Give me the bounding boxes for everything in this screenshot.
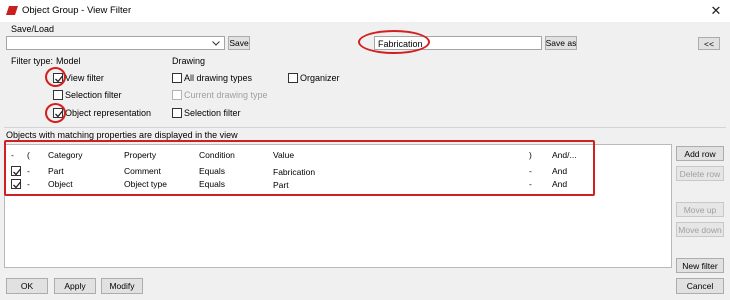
save-as-button[interactable]: Save as [545, 36, 577, 50]
chevron-down-icon [210, 37, 222, 49]
new-filter-button[interactable]: New filter [676, 258, 724, 273]
annotation-rectangle [4, 140, 595, 196]
delete-row-button[interactable]: Delete row [676, 166, 724, 181]
object-representation-label: Object representation [65, 108, 152, 118]
app-icon [6, 6, 18, 15]
objects-note: Objects with matching properties are dis… [6, 130, 238, 140]
ok-button[interactable]: OK [6, 278, 48, 294]
selection-filter-label: Selection filter [65, 90, 122, 100]
save-load-label: Save/Load [11, 24, 55, 34]
add-row-button[interactable]: Add row [676, 146, 724, 161]
apply-button[interactable]: Apply [54, 278, 96, 294]
organizer-label: Organizer [300, 73, 340, 83]
current-drawing-type-checkbox [172, 90, 182, 100]
drawing-label: Drawing [172, 56, 206, 66]
model-label: Model [56, 56, 81, 66]
title-bar: Object Group - View Filter ✕ [0, 0, 730, 22]
all-drawing-types-checkbox[interactable] [172, 73, 182, 83]
selection-filter-checkbox[interactable] [53, 90, 63, 100]
annotation-oval [45, 67, 66, 87]
filter-type-label: Filter type: [11, 56, 54, 66]
close-icon[interactable]: ✕ [708, 3, 724, 19]
organizer-checkbox[interactable] [288, 73, 298, 83]
move-down-button[interactable]: Move down [676, 222, 724, 237]
window-title: Object Group - View Filter [22, 5, 132, 16]
move-up-button[interactable]: Move up [676, 202, 724, 217]
all-drawing-types-label: All drawing types [184, 73, 253, 83]
current-drawing-type-label: Current drawing type [184, 90, 268, 100]
annotation-oval [45, 103, 66, 123]
divider [4, 127, 726, 128]
cancel-button[interactable]: Cancel [676, 278, 724, 294]
drawing-selection-filter-checkbox[interactable] [172, 108, 182, 118]
save-button[interactable]: Save [228, 36, 250, 50]
modify-button[interactable]: Modify [101, 278, 143, 294]
save-load-combo[interactable] [6, 36, 225, 50]
drawing-selection-filter-label: Selection filter [184, 108, 241, 118]
collapse-button[interactable]: << [698, 37, 720, 50]
annotation-oval [358, 30, 430, 54]
view-filter-label: View filter [65, 73, 104, 83]
